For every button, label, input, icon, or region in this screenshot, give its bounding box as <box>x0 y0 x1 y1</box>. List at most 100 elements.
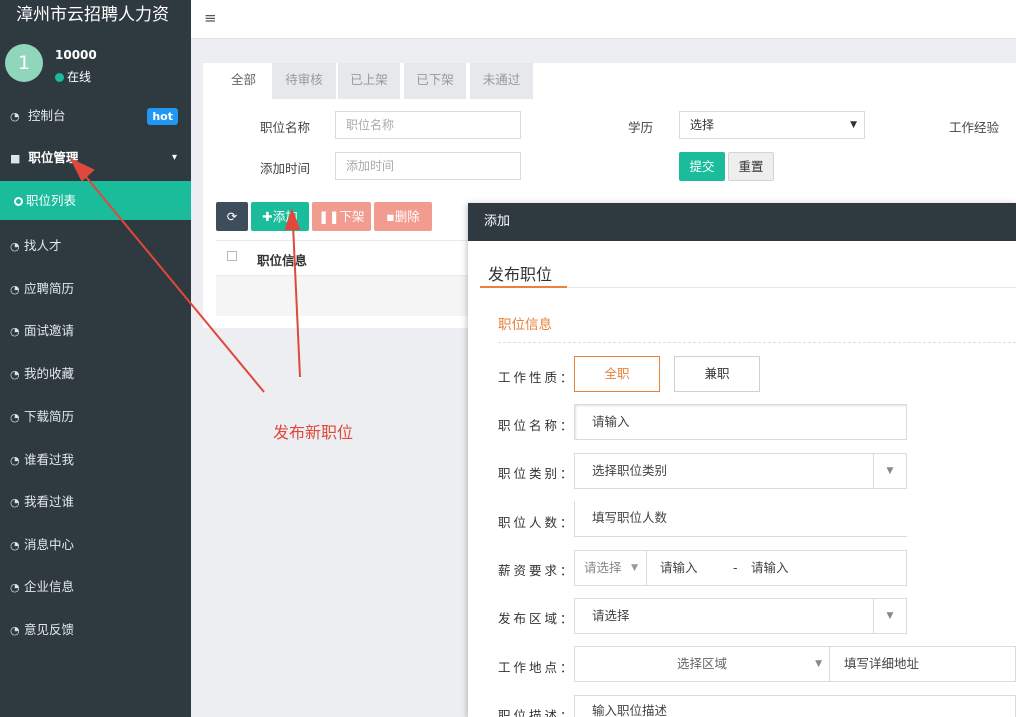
pause-icon: ❚❚ <box>318 209 340 224</box>
modal-title: 发布职位 <box>488 265 553 284</box>
title-underline <box>480 286 567 288</box>
sidebar-item-dashboard[interactable]: ◔ 控制台 hot <box>0 101 191 131</box>
job-name-filter-input[interactable]: 职位名称 <box>335 111 521 139</box>
status-label: 在线 <box>67 70 92 84</box>
description-input[interactable]: 输入职位描述 <box>574 695 1016 717</box>
experience-filter-label: 工作经验 <box>949 120 1000 135</box>
tab-pending[interactable]: 待审核 <box>272 63 336 99</box>
sidebar-item-label: 职位列表 <box>26 193 77 208</box>
salary-max-input[interactable]: 请输入 <box>751 551 789 585</box>
salary-type-select[interactable]: 请选择 ▼ <box>575 551 647 585</box>
refresh-icon: ⟳ <box>226 209 238 224</box>
sidebar-item-label: 职位管理 <box>28 150 79 165</box>
add-button[interactable]: ✚添加 <box>251 202 309 231</box>
tab-offline[interactable]: 已下架 <box>404 63 466 99</box>
salary-label: 薪资要求： <box>498 563 576 578</box>
sidebar-item-downloads[interactable]: ◔ 下载简历 <box>0 402 191 432</box>
dashboard-icon: ◔ <box>10 368 20 381</box>
category-label: 职位类别： <box>498 466 576 481</box>
caret-down-icon: ▼ <box>815 659 822 669</box>
category-select-value: 选择职位类别 <box>592 463 668 478</box>
tab-online[interactable]: 已上架 <box>338 63 400 99</box>
menu-toggle-icon[interactable]: ≡ <box>204 9 217 27</box>
job-name-label: 职位名称： <box>498 418 576 433</box>
location-area-select[interactable]: 选择区域 ▼ <box>574 646 830 682</box>
select-all-checkbox[interactable] <box>227 251 237 261</box>
category-select[interactable]: 选择职位类别 ▼ <box>574 453 907 489</box>
sidebar-item-interviews[interactable]: ◔ 面试邀请 <box>0 316 191 346</box>
sidebar-item-favorites[interactable]: ◔ 我的收藏 <box>0 359 191 389</box>
add-button-label: 添加 <box>272 209 298 224</box>
offline-button[interactable]: ❚❚下架 <box>312 202 371 231</box>
job-type-label: 工作性质： <box>498 370 576 385</box>
modal-header: 添加 <box>468 203 1016 241</box>
annotation-text: 发布新职位 <box>273 423 354 442</box>
headcount-label: 职位人数： <box>498 515 576 530</box>
dashboard-icon: ◔ <box>10 110 20 123</box>
location-label: 工作地点： <box>498 660 576 675</box>
briefcase-icon: ■ <box>10 152 21 165</box>
topbar: ≡ <box>191 0 1016 39</box>
sidebar-item-label: 消息中心 <box>24 537 75 552</box>
tab-rejected[interactable]: 未通过 <box>470 63 533 99</box>
sidebar-item-label: 下载简历 <box>24 409 75 424</box>
dashboard-icon: ◔ <box>10 411 20 424</box>
sidebar-item-find-talent[interactable]: ◔ 找人才 <box>0 231 191 261</box>
dashboard-icon: ◔ <box>10 240 20 253</box>
user-id: 10000 <box>55 48 97 62</box>
dashboard-icon: ◔ <box>10 624 20 637</box>
area-select[interactable]: 请选择 ▼ <box>574 598 907 634</box>
sidebar-item-label: 谁看过我 <box>24 452 75 467</box>
avatar[interactable]: 1 <box>5 44 43 82</box>
chevron-down-icon: ▾ <box>171 152 177 163</box>
sidebar-item-label: 我看过谁 <box>24 494 75 509</box>
table-row <box>216 276 486 316</box>
online-dot-icon <box>55 73 64 82</box>
delete-button-label: 删除 <box>394 209 420 224</box>
brand-title: 漳州市云招聘人力资 <box>16 5 169 25</box>
reset-button[interactable]: 重置 <box>728 152 774 181</box>
submit-button[interactable]: 提交 <box>679 152 725 181</box>
location-area-value: 选择区域 <box>676 656 727 671</box>
caret-down-icon: ▼ <box>850 120 857 130</box>
delete-button[interactable]: ▪删除 <box>374 202 432 231</box>
sidebar-item-messages[interactable]: ◔ 消息中心 <box>0 530 191 560</box>
add-time-filter-input[interactable]: 添加时间 <box>335 152 521 180</box>
full-time-option[interactable]: 全职 <box>574 356 660 392</box>
sidebar-item-label: 控制台 <box>27 108 66 123</box>
section-divider <box>498 342 1016 343</box>
sidebar-item-who-viewed-me[interactable]: ◔ 谁看过我 <box>0 445 191 475</box>
dashboard-icon: ◔ <box>10 496 20 509</box>
sidebar-item-label: 面试邀请 <box>24 323 75 338</box>
trash-icon: ▪ <box>386 209 395 224</box>
caret-down-icon: ▼ <box>631 563 638 573</box>
sidebar-item-company-info[interactable]: ◔ 企业信息 <box>0 572 191 602</box>
table-header: 职位信息 <box>216 240 486 276</box>
section-title: 职位信息 <box>498 317 552 333</box>
sidebar-item-label: 企业信息 <box>24 579 75 594</box>
add-time-filter-label: 添加时间 <box>260 161 311 176</box>
offline-button-label: 下架 <box>339 209 365 224</box>
sidebar-item-applications[interactable]: ◔ 应聘简历 <box>0 274 191 304</box>
education-filter-select[interactable]: 选择 ▼ <box>679 111 865 139</box>
sidebar-item-label: 找人才 <box>24 238 62 253</box>
refresh-button[interactable]: ⟳ <box>216 202 248 231</box>
part-time-option[interactable]: 兼职 <box>674 356 760 392</box>
salary-min-input[interactable]: 请输入 <box>660 551 698 585</box>
sidebar-item-job-list[interactable]: 职位列表 <box>0 181 191 220</box>
dashboard-icon: ◔ <box>10 539 20 552</box>
job-name-input[interactable]: 请输入 <box>574 404 907 440</box>
hot-badge: hot <box>147 108 178 125</box>
caret-down-icon: ▼ <box>873 599 906 633</box>
headcount-input[interactable]: 填写职位人数 <box>574 501 907 537</box>
sidebar-item-i-viewed[interactable]: ◔ 我看过谁 <box>0 487 191 517</box>
dashboard-icon: ◔ <box>10 454 20 467</box>
user-status: 在线 <box>55 68 91 85</box>
dashboard-icon: ◔ <box>10 283 20 296</box>
sidebar-item-job-management[interactable]: ■ 职位管理 ▾ <box>0 143 191 173</box>
sidebar-item-label: 我的收藏 <box>24 366 75 381</box>
location-detail-input[interactable]: 填写详细地址 <box>829 646 1016 682</box>
sidebar-item-feedback[interactable]: ◔ 意见反馈 <box>0 615 191 645</box>
tab-all[interactable]: 全部 <box>217 63 270 99</box>
education-select-value: 选择 <box>690 118 715 132</box>
